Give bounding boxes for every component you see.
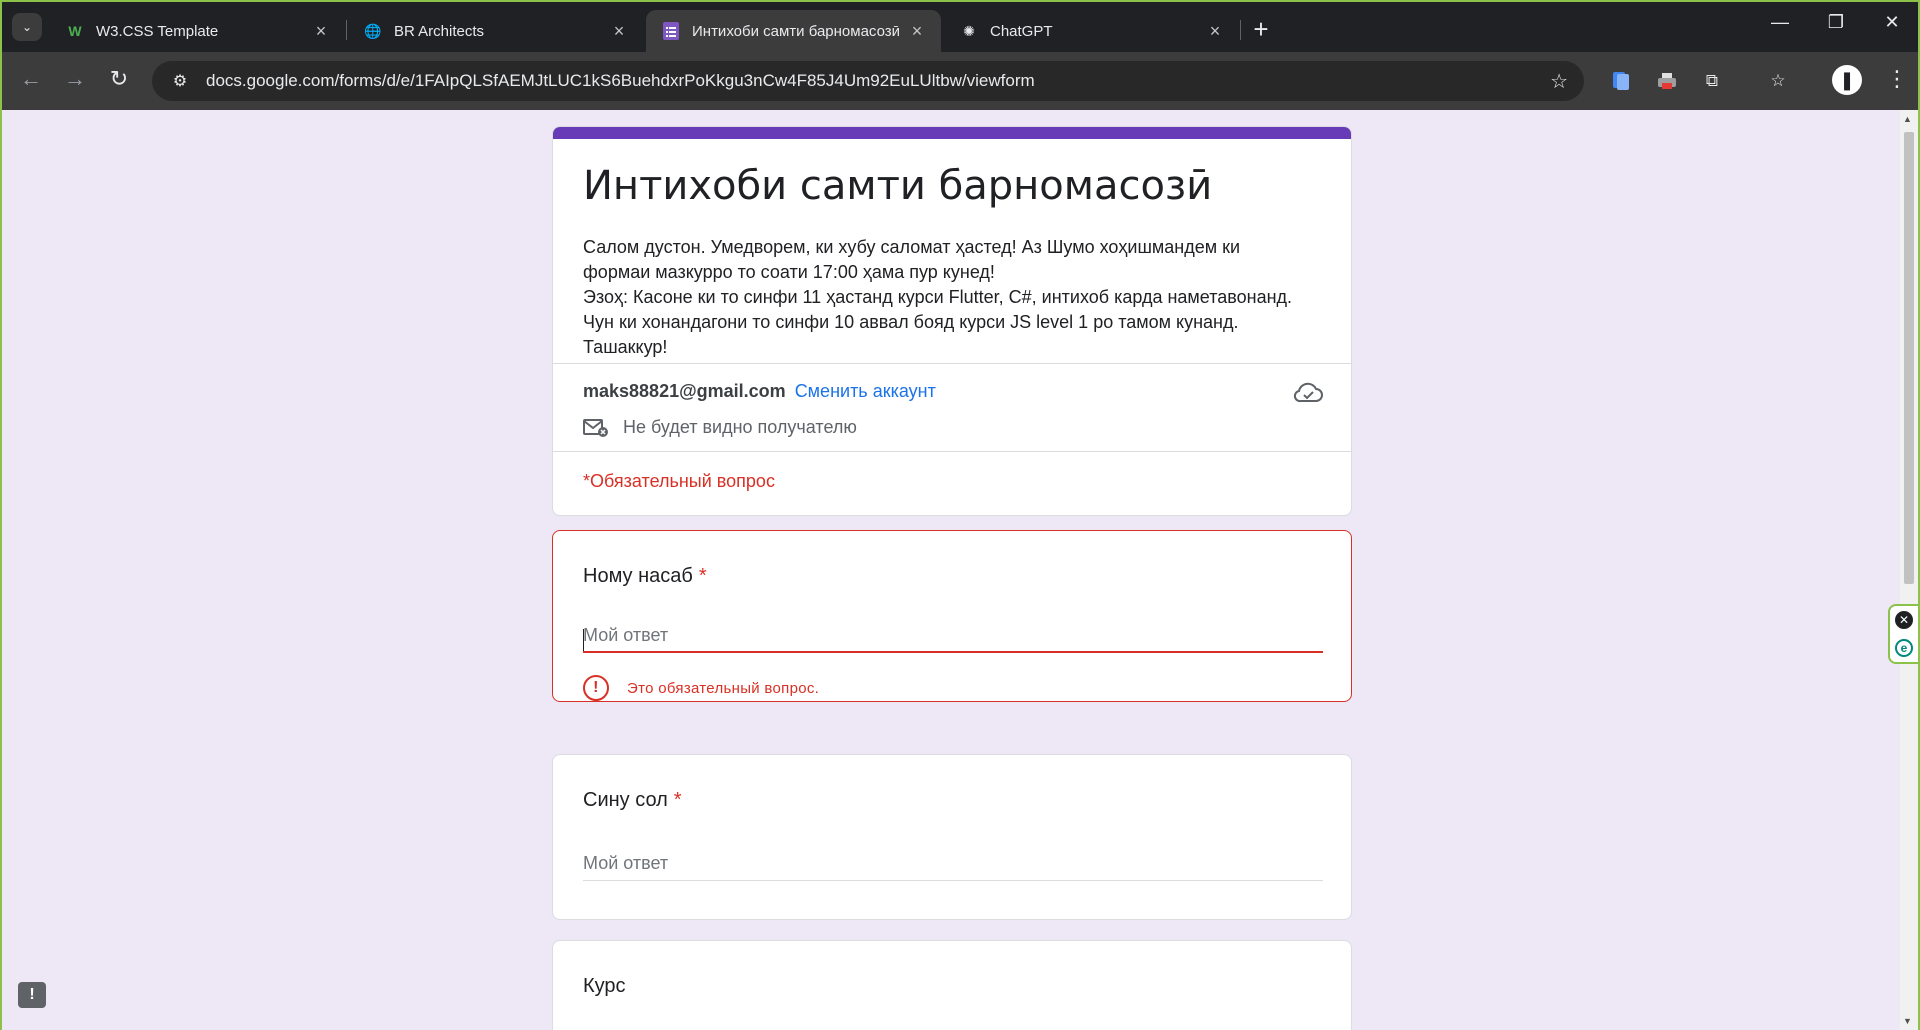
tab-br-architects[interactable]: 🌐 BR Architects × [348,10,643,52]
not-shown-text: Не будет видно получателю [623,417,857,437]
question-title: Сину сол * [583,789,682,812]
tab-chatgpt[interactable]: ✺ ChatGPT × [944,10,1239,52]
question-card-name: Ному насаб* ! Это обязательный вопрос. [552,530,1352,702]
reload-icon[interactable]: ↻ [104,66,134,92]
accent-bar [553,127,1351,139]
error-icon: ! [583,675,609,701]
globe-icon: 🌐 [364,22,382,39]
tab-separator [1240,20,1241,40]
extensions-puzzle-icon[interactable]: ⧉ [1699,68,1725,94]
tab-strip: ⌄ W W3.CSS Template × 🌐 BR Architects × … [2,2,1918,52]
page-scrollbar[interactable]: ▲ ▼ [1900,110,1918,1030]
url-text[interactable]: docs.google.com/forms/d/e/1FAIpQLSfAEMJt… [206,71,1035,91]
close-icon[interactable]: × [311,21,331,42]
cloud-save-icon [1293,382,1323,403]
widget-e-icon[interactable]: e [1895,639,1913,657]
tab-forms-active[interactable]: Интихоби самти барномасозӣ × [646,10,941,52]
question-card-age: Сину сол * [552,754,1352,920]
tab-w3css[interactable]: W W3.CSS Template × [50,10,345,52]
tab-separator [346,20,347,40]
profile-avatar[interactable]: ❚ [1832,65,1862,95]
tab-title: Интихоби самти барномасозӣ [692,22,901,40]
close-icon[interactable]: × [609,21,629,42]
tab-search-button[interactable]: ⌄ [12,13,42,41]
question-title: Ному насаб * [583,565,707,588]
back-icon[interactable]: ← [16,66,46,92]
question-card-course: Курс [552,940,1352,1030]
reading-list-icon[interactable]: ☆ [1765,68,1791,94]
address-bar[interactable]: ⚙ docs.google.com/forms/d/e/1FAIpQLSfAEM… [152,61,1584,101]
tab-title: W3.CSS Template [96,22,219,40]
extension-print-icon[interactable] [1654,68,1680,94]
tab-title: BR Architects [394,22,485,40]
form-description: Салом дустон. Умедворем, ки хубу саломат… [583,237,1293,357]
browser-toolbar: ← → ↻ ⚙ docs.google.com/forms/d/e/1FAIpQ… [2,52,1918,110]
w3-icon: W [68,23,82,39]
question-title-text: Ному насаб [583,565,693,587]
email-not-shown-row: Не будет видно получателю [583,417,857,438]
account-row: maks88821@gmail.com Сменить аккаунт [583,381,936,402]
close-icon[interactable]: × [1205,21,1225,42]
forms-icon [662,22,680,40]
question-title: Курс [583,975,626,998]
switch-account-link[interactable]: Сменить аккаунт [795,381,936,401]
scroll-down-icon[interactable]: ▼ [1903,1016,1912,1026]
new-tab-button[interactable]: + [1246,14,1276,45]
widget-close-icon[interactable]: ✕ [1895,611,1913,629]
divider [553,363,1351,364]
age-answer-input[interactable] [583,847,1323,881]
question-title-text: Сину сол [583,789,668,811]
error-message-row: ! Это обязательный вопрос. [583,675,819,701]
minimize-icon[interactable]: — [1760,12,1800,33]
browser-menu-icon[interactable]: ⋮ [1886,66,1908,92]
account-email: maks88821@gmail.com [583,381,786,401]
tab-title: ChatGPT [990,22,1053,40]
close-icon[interactable]: × [907,21,927,42]
mail-hidden-icon [583,418,608,437]
site-info-icon[interactable]: ⚙ [162,71,198,91]
error-message: Это обязательный вопрос. [627,679,820,697]
bookmark-star-icon[interactable]: ☆ [1550,69,1568,94]
close-window-icon[interactable]: ✕ [1872,12,1912,33]
side-widget: ✕ e [1888,604,1920,664]
required-asterisk: * [698,565,707,587]
restore-icon[interactable]: ❐ [1816,12,1856,33]
scroll-up-icon[interactable]: ▲ [1903,114,1912,124]
scroll-thumb[interactable] [1904,132,1914,584]
name-answer-input[interactable] [583,619,1323,653]
form-title: Интихоби самти барномасозӣ [583,163,1213,209]
divider [553,451,1351,452]
required-asterisk: * [673,789,682,811]
required-note: *Обязательный вопрос [583,471,775,491]
form-header-card: Интихоби самти барномасозӣ Салом дустон.… [552,126,1352,516]
extension-docs-icon[interactable] [1608,68,1634,94]
form-page: Интихоби самти барномасозӣ Салом дустон.… [2,110,1900,1030]
forward-icon[interactable]: → [60,66,90,92]
feedback-button[interactable]: ! [18,982,46,1008]
question-title-text: Курс [583,975,626,997]
chatgpt-icon: ✺ [963,22,975,39]
